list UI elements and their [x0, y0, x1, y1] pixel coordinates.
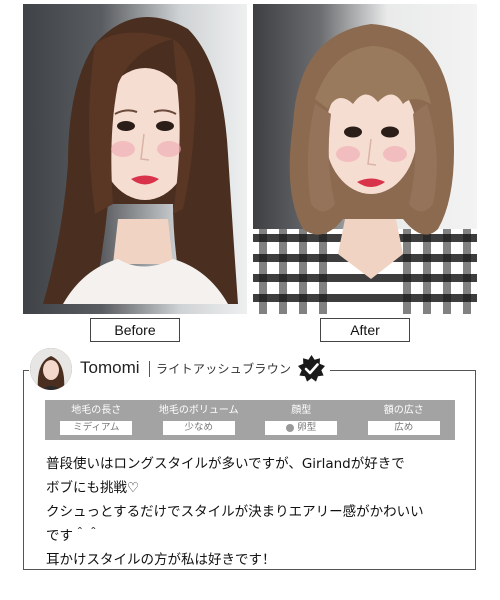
- attribute-face-shape: 顔型 卵型: [250, 400, 353, 440]
- attribute-value: 広め: [367, 421, 440, 435]
- face-shape-icon: [286, 424, 295, 432]
- attribute-value: 少なめ: [162, 421, 235, 435]
- attribute-title: 顔型: [291, 405, 312, 416]
- attribute-strip: 地毛の長さ ミディアム 地毛のボリューム 少なめ 顔型 卵型 額の広さ 広め: [45, 400, 455, 440]
- attribute-title: 額の広さ: [383, 405, 424, 416]
- verified-check-icon: [298, 355, 325, 382]
- reviewer-name: Tomomi: [80, 358, 140, 377]
- attribute-title: 地毛の長さ: [71, 405, 122, 416]
- attribute-title: 地毛のボリューム: [158, 405, 239, 416]
- after-portrait-illustration: [253, 24, 477, 314]
- attribute-hair-volume: 地毛のボリューム 少なめ: [148, 400, 251, 440]
- comment-line: です＾＾: [46, 528, 100, 544]
- comment-line: クシュっとするだけでスタイルが決まりエアリー感がかわいい: [46, 504, 424, 520]
- name-divider: [149, 361, 150, 377]
- before-portrait-illustration: [43, 16, 238, 304]
- card-top-border-left: [23, 370, 29, 371]
- attribute-forehead-width: 額の広さ 広め: [353, 400, 456, 440]
- comment-line: ボブにも挑戦♡: [46, 480, 140, 496]
- before-photo: [23, 4, 247, 314]
- before-label: Before: [90, 318, 180, 342]
- attribute-hair-length: 地毛の長さ ミディアム: [45, 400, 148, 440]
- after-label: After: [320, 318, 410, 342]
- comment-line: 耳かけスタイルの方が私は好きです！: [46, 552, 276, 568]
- attribute-value: 卵型: [265, 421, 338, 435]
- avatar: [30, 348, 72, 390]
- avatar-portrait: [30, 348, 72, 390]
- review-comment: 普段使いはロングスタイルが多いですが、Girlandが好きで ボブにも挑戦♡ ク…: [46, 452, 461, 572]
- comment-line: 普段使いはロングスタイルが多いですが、Girlandが好きで: [46, 456, 405, 472]
- card-top-border-right: [330, 370, 476, 371]
- after-photo: [253, 4, 477, 314]
- attribute-value: ミディアム: [60, 421, 133, 435]
- hair-color-name: ライトアッシュブラウン: [156, 362, 292, 376]
